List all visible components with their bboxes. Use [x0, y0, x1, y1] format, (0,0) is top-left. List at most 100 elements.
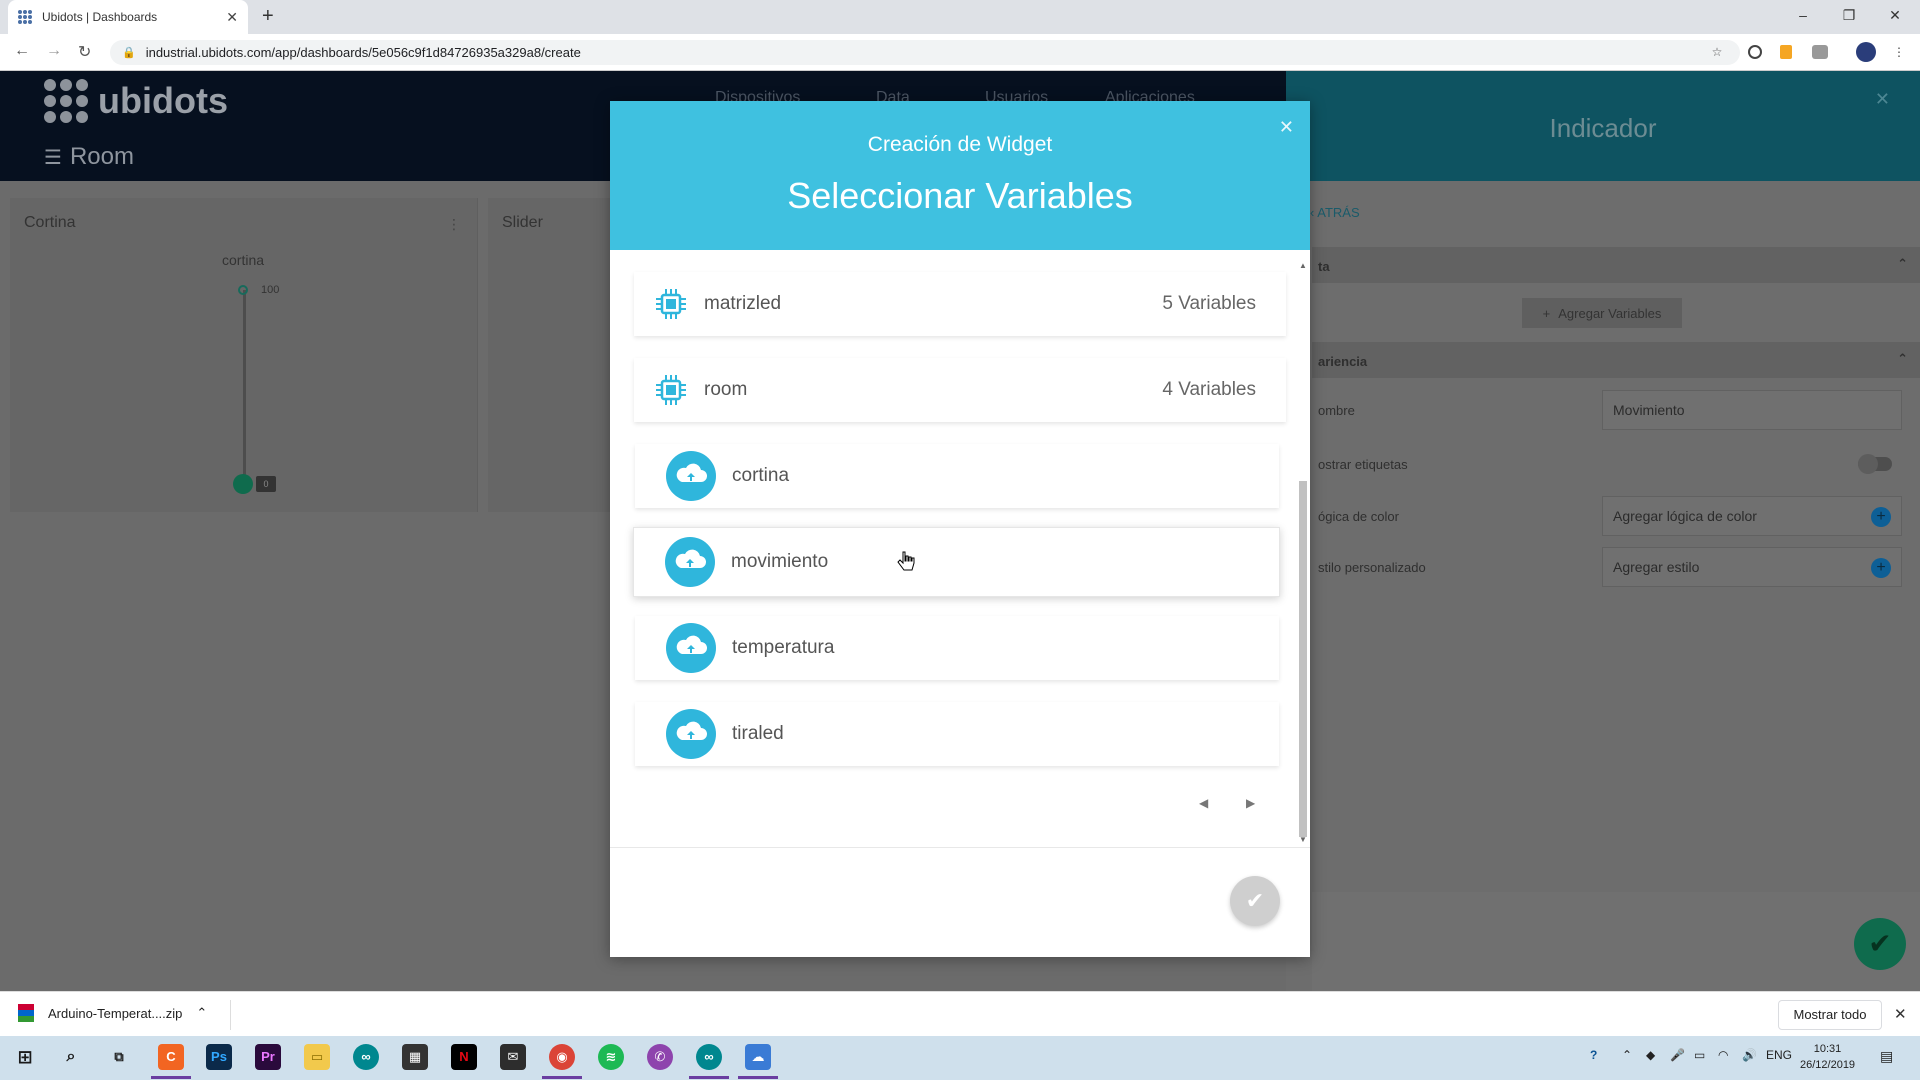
forward-icon[interactable]: →: [46, 42, 62, 60]
custom-style-field[interactable]: Agregar estilo +: [1602, 547, 1902, 587]
photoshop-icon[interactable]: Ps: [206, 1044, 232, 1070]
hamburger-icon[interactable]: ☰: [44, 147, 62, 169]
scroll-up-icon[interactable]: ▲: [1298, 261, 1308, 270]
show-all-button[interactable]: Mostrar todo: [1778, 1000, 1882, 1030]
panel-header: Indicador ✕: [1286, 71, 1920, 181]
arduino-icon[interactable]: ∞: [353, 1044, 379, 1070]
color-logic-label: ógica de color: [1318, 509, 1399, 524]
window-close-icon[interactable]: ✕: [1872, 0, 1918, 30]
browser-tab[interactable]: Ubidots | Dashboards ✕: [8, 0, 248, 34]
variable-row-temperatura[interactable]: temperatura: [635, 616, 1279, 680]
battery-icon[interactable]: ▭: [1694, 1048, 1705, 1062]
slider-handle[interactable]: [233, 474, 253, 494]
brand-name: ubidots: [98, 80, 228, 121]
file-explorer-icon[interactable]: ▭: [304, 1044, 330, 1070]
add-color-logic-icon[interactable]: +: [1871, 507, 1891, 527]
store-icon[interactable]: ▦: [402, 1044, 428, 1070]
panel-footer: [1312, 892, 1920, 991]
next-page-icon[interactable]: ▶: [1246, 796, 1255, 810]
widget-title: Slider: [502, 214, 543, 231]
cloud-app-icon[interactable]: ☁: [745, 1044, 771, 1070]
cast-icon[interactable]: [1812, 45, 1828, 59]
bookmark-star-icon[interactable]: ☆: [1708, 43, 1726, 61]
color-logic-field[interactable]: Agregar lógica de color +: [1602, 496, 1902, 536]
show-labels-label: ostrar etiquetas: [1318, 457, 1408, 472]
volume-icon[interactable]: 🔊: [1742, 1048, 1757, 1062]
chevron-up-icon[interactable]: ⌃: [196, 1005, 207, 1021]
prev-page-icon[interactable]: ◀: [1199, 796, 1208, 810]
help-icon[interactable]: ?: [1590, 1048, 1597, 1062]
slider-track[interactable]: [243, 290, 246, 484]
device-row-room[interactable]: room 4 Variables: [634, 358, 1286, 422]
back-link[interactable]: ‹ ATRÁS: [1310, 205, 1360, 220]
active-app-indicator: [689, 1076, 729, 1079]
modal-close-icon[interactable]: ✕: [1279, 117, 1294, 138]
variable-row-movimiento[interactable]: movimiento: [633, 527, 1280, 597]
variable-row-tiraled[interactable]: tiraled: [635, 702, 1279, 766]
add-variables-label: Agregar Variables: [1558, 305, 1662, 321]
custom-style-label: stilo personalizado: [1318, 560, 1426, 575]
ubidots-logo[interactable]: ubidots: [44, 79, 228, 123]
download-item[interactable]: Arduino-Temperat....zip ⌃: [18, 1004, 207, 1022]
language-indicator[interactable]: ENG: [1766, 1048, 1792, 1062]
widget-cortina[interactable]: Cortina ⋮ cortina 100 0: [10, 198, 478, 512]
profile-avatar[interactable]: [1856, 42, 1876, 62]
add-variables-button[interactable]: + Agregar Variables: [1522, 298, 1682, 328]
scroll-down-icon[interactable]: ▼: [1298, 835, 1308, 844]
modal-scrollbar[interactable]: ▲ ▼: [1298, 261, 1308, 847]
search-icon[interactable]: ⌕: [58, 1044, 84, 1070]
scroll-thumb[interactable]: [1299, 481, 1307, 837]
tray-chevron-icon[interactable]: ⌃: [1622, 1048, 1632, 1062]
widget-slider[interactable]: Slider: [488, 198, 628, 512]
extension-icon[interactable]: [1780, 45, 1792, 59]
address-bar[interactable]: 🔒 industrial.ubidots.com/app/dashboards/…: [110, 40, 1740, 65]
mail-icon[interactable]: ✉: [500, 1044, 526, 1070]
windows-start-icon[interactable]: ⊞: [12, 1044, 38, 1070]
arduino-icon[interactable]: ∞: [696, 1044, 722, 1070]
dashboard-title[interactable]: ☰ Room: [44, 143, 134, 171]
restore-icon[interactable]: ❐: [1826, 0, 1872, 30]
device-chip-icon: [656, 375, 686, 405]
device-variable-count: 5 Variables: [1162, 293, 1256, 314]
slider-label: cortina: [222, 252, 265, 268]
section-data-header[interactable]: ta ⌃: [1312, 247, 1920, 283]
minimize-icon[interactable]: –: [1780, 0, 1826, 30]
microphone-icon[interactable]: 🎤: [1670, 1048, 1685, 1062]
section-appearance-header[interactable]: ariencia ⌃: [1312, 342, 1920, 378]
dropbox-icon[interactable]: ◆: [1646, 1048, 1655, 1062]
menu-kebab-icon[interactable]: ⋮: [1890, 43, 1908, 61]
notifications-icon[interactable]: ▤: [1880, 1048, 1893, 1065]
variable-name: tiraled: [732, 723, 784, 744]
cloud-upload-icon: [665, 537, 715, 587]
widget-menu-icon[interactable]: ⋮: [447, 216, 461, 233]
system-clock[interactable]: 10:31 26/12/2019: [1800, 1041, 1855, 1073]
name-field[interactable]: Movimiento: [1602, 390, 1902, 430]
spotify-icon[interactable]: ≋: [598, 1044, 624, 1070]
panel-close-icon[interactable]: ✕: [1875, 89, 1890, 110]
save-widget-button[interactable]: ✔: [1854, 918, 1906, 970]
download-filename: Arduino-Temperat....zip: [48, 1005, 183, 1021]
back-icon[interactable]: ←: [14, 42, 30, 60]
block-extension-icon[interactable]: [1748, 45, 1762, 59]
premiere-icon[interactable]: Pr: [255, 1044, 281, 1070]
task-view-icon[interactable]: ⧉: [106, 1044, 132, 1070]
download-bar-close-icon[interactable]: ✕: [1894, 1005, 1907, 1023]
variable-row-cortina[interactable]: cortina: [635, 444, 1279, 508]
chrome-icon[interactable]: ◉: [549, 1044, 575, 1070]
netflix-icon[interactable]: N: [451, 1044, 477, 1070]
app-icon-c[interactable]: C: [158, 1044, 184, 1070]
wifi-icon[interactable]: ◠: [1718, 1048, 1728, 1062]
browser-tabstrip: Ubidots | Dashboards ✕ + – ❐ ✕: [0, 0, 1920, 34]
device-name: matrizled: [704, 293, 782, 314]
confirm-selection-button[interactable]: ✔: [1230, 876, 1280, 926]
new-tab-icon[interactable]: +: [262, 5, 274, 28]
zip-file-icon: [18, 1004, 34, 1022]
name-label: ombre: [1318, 403, 1355, 418]
download-bar: Arduino-Temperat....zip ⌃ Mostrar todo ✕: [0, 991, 1920, 1036]
add-style-icon[interactable]: +: [1871, 558, 1891, 578]
reload-icon[interactable]: ↻: [78, 42, 91, 62]
tab-close-icon[interactable]: ✕: [226, 9, 238, 26]
show-labels-toggle[interactable]: [1858, 454, 1892, 474]
device-row-matrizled[interactable]: matrizled 5 Variables: [634, 272, 1286, 336]
whatsapp-icon[interactable]: ✆: [647, 1044, 673, 1070]
